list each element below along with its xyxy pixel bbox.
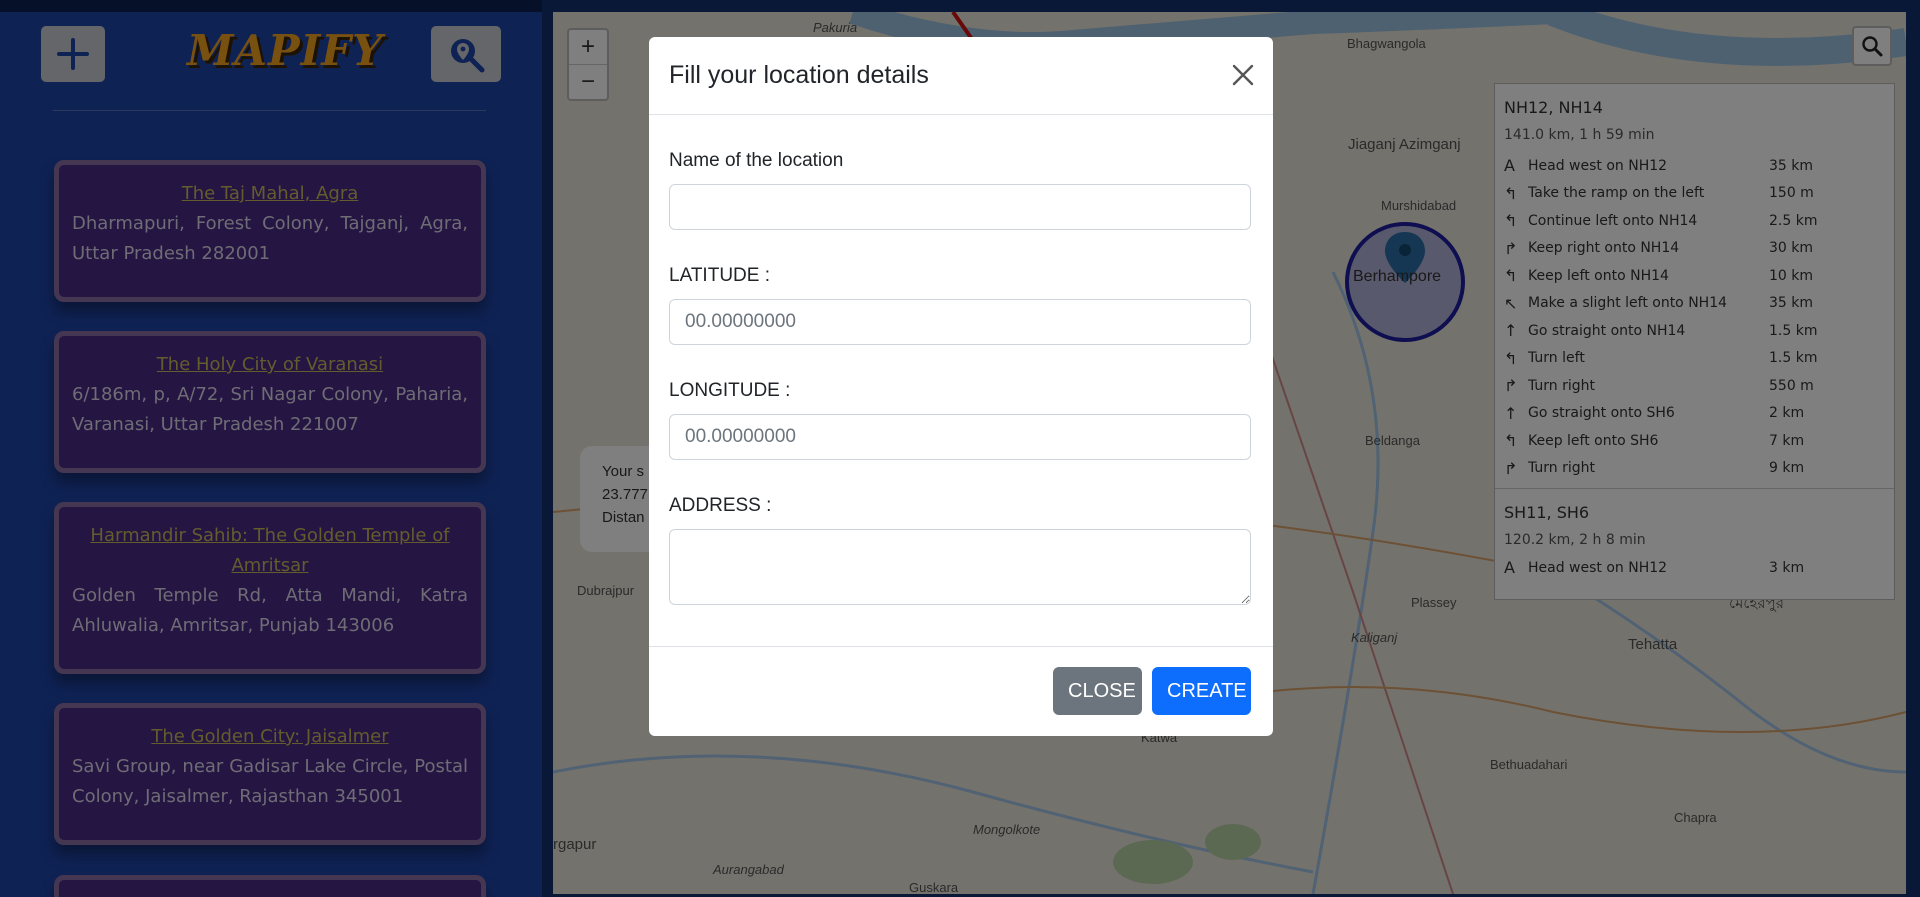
longitude-field[interactable] [669,414,1251,460]
dialog-title: Fill your location details [669,61,929,89]
location-dialog: Fill your location details Name of the l… [649,37,1273,736]
dialog-body: Name of the location LATITUDE : LONGITUD… [649,150,1273,610]
address-field[interactable] [669,529,1251,605]
dialog-footer: CLOSE CREATE [649,646,1273,736]
address-label: ADDRESS : [669,495,772,516]
close-icon[interactable] [1231,63,1255,87]
create-button[interactable]: CREATE [1152,667,1251,715]
latitude-label: LATITUDE : [669,265,770,286]
dialog-header: Fill your location details [649,37,1273,115]
location-name-field[interactable] [669,184,1251,230]
longitude-label: LONGITUDE : [669,380,791,401]
close-button[interactable]: CLOSE [1053,667,1142,715]
name-label: Name of the location [669,150,844,171]
latitude-field[interactable] [669,299,1251,345]
